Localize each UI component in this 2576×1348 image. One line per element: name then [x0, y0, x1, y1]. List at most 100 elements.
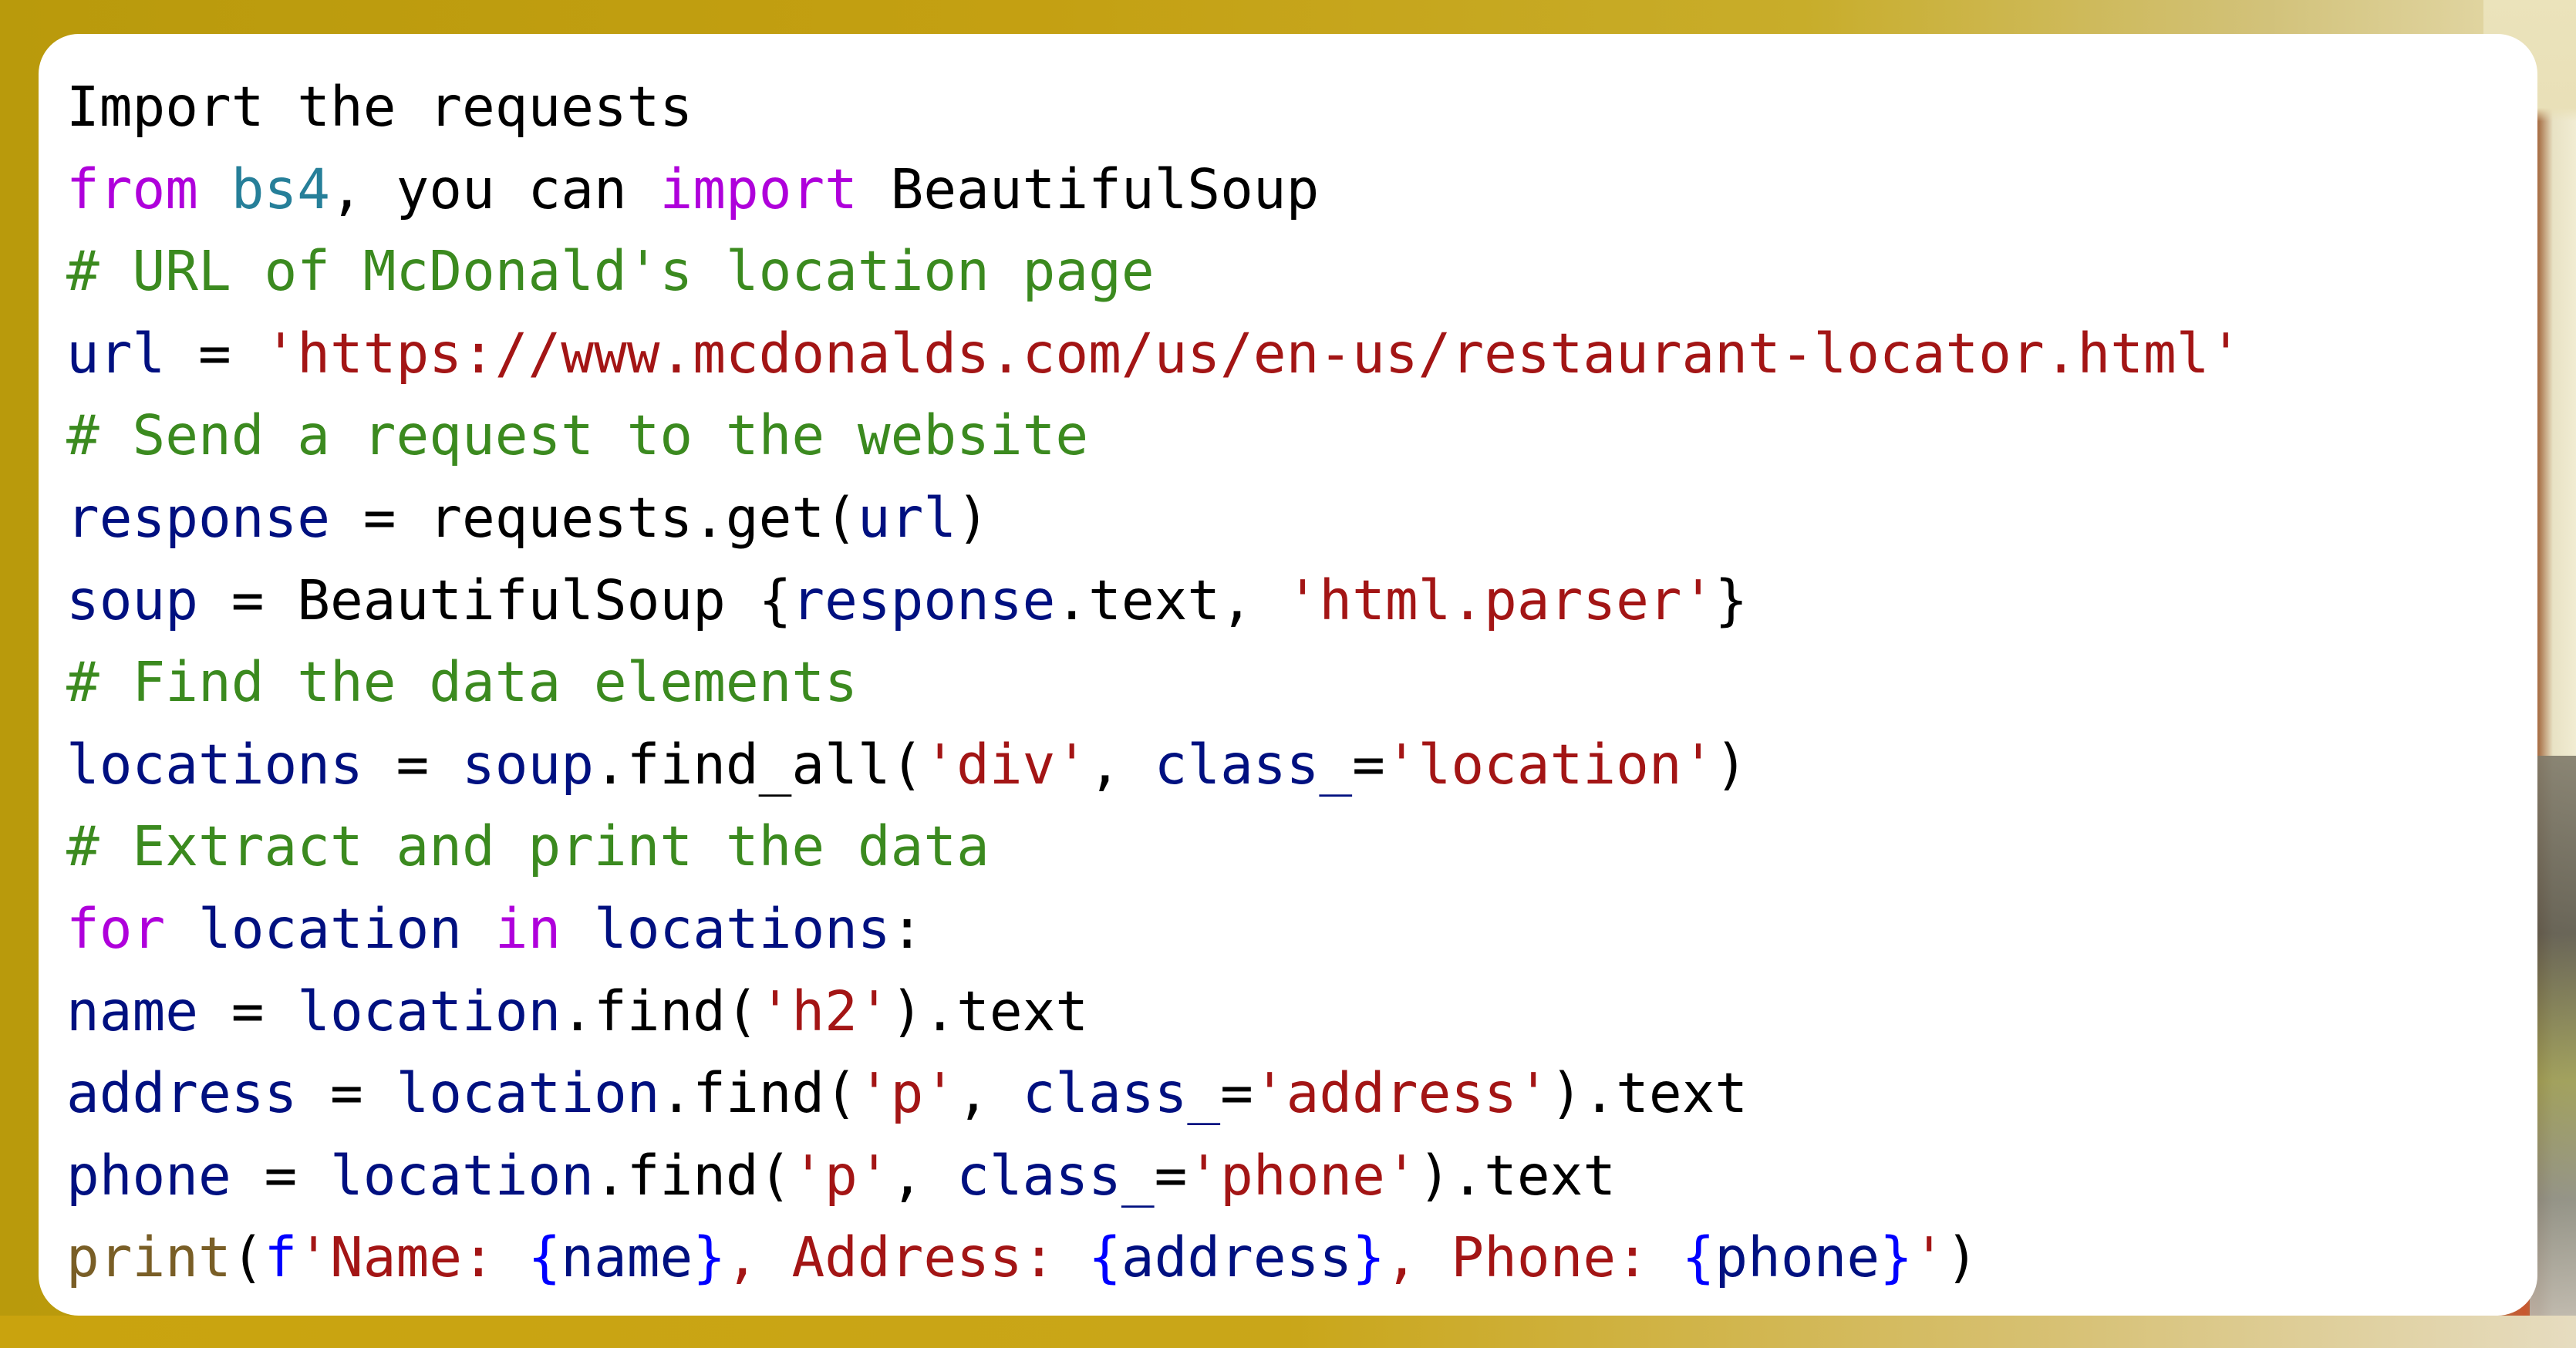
- code-token-plain: (: [231, 1225, 265, 1290]
- code-token-plain: =: [1220, 1061, 1253, 1126]
- code-token-plain: ,: [956, 1061, 1023, 1126]
- code-token-var: url: [857, 485, 957, 550]
- code-token-comment: # Extract and print the data: [66, 814, 990, 879]
- code-token-brace: {: [1088, 1225, 1121, 1290]
- code-block: Import the requests from bs4, you can imp…: [66, 66, 2537, 1299]
- code-token-plain: Import the requests: [66, 75, 693, 139]
- code-token-var: location: [297, 979, 561, 1043]
- code-token-string: 'div': [923, 732, 1089, 797]
- code-token-keyword: from: [66, 157, 198, 221]
- code-token-plain: ): [956, 485, 990, 550]
- code-line: print(f'Name: {name}, Address: {address}…: [66, 1217, 2537, 1299]
- code-token-brace: }: [1880, 1225, 1913, 1290]
- code-token-plain: , you can: [329, 157, 660, 221]
- code-line: # URL of McDonald's location page: [66, 231, 2537, 313]
- code-token-plain: ).text: [890, 979, 1089, 1043]
- code-token-brace: {: [528, 1225, 561, 1290]
- code-token-var: response: [791, 568, 1056, 632]
- code-token-plain: ,: [890, 1143, 957, 1208]
- code-token-plain: =: [1154, 1143, 1188, 1208]
- code-token-var: location: [198, 896, 462, 961]
- code-token-string: , Address:: [725, 1225, 1089, 1290]
- code-token-plain: ,: [1088, 732, 1155, 797]
- code-line: soup = BeautifulSoup {response.text, 'ht…: [66, 560, 2537, 642]
- code-line: from bs4, you can import BeautifulSoup: [66, 149, 2537, 231]
- code-token-var: url: [66, 321, 166, 386]
- code-token-plain: .text,: [1055, 568, 1286, 632]
- code-token-var: phone: [66, 1143, 231, 1208]
- code-token-plain: :: [890, 896, 924, 961]
- code-token-plain: .find_all(: [593, 732, 924, 797]
- code-token-string: 'https://www.mcdonalds.com/us/en-us/rest…: [264, 321, 2243, 386]
- code-token-plain: =: [1352, 732, 1385, 797]
- code-token-var: name: [66, 979, 198, 1043]
- code-line: response = requests.get(url): [66, 477, 2537, 560]
- code-token-var: class_: [1154, 732, 1353, 797]
- code-token-plain: ).text: [1418, 1143, 1617, 1208]
- code-line: url = 'https://www.mcdonalds.com/us/en-u…: [66, 313, 2537, 396]
- code-token-comment: # Send a request to the website: [66, 403, 1089, 468]
- background-bottom-strip: [0, 1316, 2576, 1348]
- code-token-var: location: [329, 1143, 594, 1208]
- code-token-string: 'p': [857, 1061, 957, 1126]
- code-token-plain: = BeautifulSoup {: [197, 568, 792, 632]
- code-token-plain: =: [362, 732, 462, 797]
- code-token-string: 'Name:: [297, 1225, 528, 1290]
- code-token-plain: .find(: [659, 1061, 858, 1126]
- code-line: for location in locations:: [66, 888, 2537, 971]
- code-token-string: , Phone:: [1384, 1225, 1682, 1290]
- code-token-string: ': [1912, 1225, 1946, 1290]
- code-token-plain: =: [165, 321, 265, 386]
- code-line: # Send a request to the website: [66, 395, 2537, 477]
- code-line: locations = soup.find_all('div', class_=…: [66, 724, 2537, 807]
- code-token-module: bs4: [231, 157, 330, 221]
- code-token-fprefix: f: [264, 1225, 298, 1290]
- code-token-keyword: import: [659, 157, 858, 221]
- code-token-var: locations: [593, 896, 891, 961]
- code-token-plain: .find(: [561, 979, 759, 1043]
- code-token-var: address: [66, 1061, 298, 1126]
- code-token-string: 'p': [791, 1143, 891, 1208]
- code-line: Import the requests: [66, 66, 2537, 149]
- code-token-string: 'phone': [1187, 1143, 1418, 1208]
- code-token-string: 'address': [1253, 1061, 1550, 1126]
- code-token-plain: =: [297, 1061, 396, 1126]
- code-line: address = location.find('p', class_='add…: [66, 1053, 2537, 1135]
- code-token-var: name: [561, 1225, 693, 1290]
- code-token-keyword: in: [494, 896, 561, 961]
- code-token-func: print: [66, 1225, 231, 1290]
- code-token-plain: =: [231, 1143, 330, 1208]
- code-token-comment: # URL of McDonald's location page: [66, 239, 1155, 304]
- code-token-var: response: [66, 485, 330, 550]
- code-line: name = location.find('h2').text: [66, 971, 2537, 1053]
- code-token-var: address: [1121, 1225, 1353, 1290]
- code-token-plain: .find(: [593, 1143, 792, 1208]
- code-line: # Extract and print the data: [66, 806, 2537, 888]
- code-line: phone = location.find('p', class_='phone…: [66, 1135, 2537, 1218]
- code-token-plain: ): [1945, 1225, 1979, 1290]
- code-token-string: 'h2': [758, 979, 891, 1043]
- code-token-string: 'html.parser': [1286, 568, 1715, 632]
- code-token-string: 'location': [1384, 732, 1715, 797]
- code-token-plain: =: [197, 979, 298, 1043]
- code-token-brace: }: [693, 1225, 726, 1290]
- code-token-brace: {: [1681, 1225, 1715, 1290]
- code-token-var: locations: [66, 732, 363, 797]
- code-token-var: soup: [461, 732, 594, 797]
- code-line: # Find the data elements: [66, 642, 2537, 724]
- code-token-var: location: [396, 1061, 660, 1126]
- code-token-plain: }: [1715, 568, 1748, 632]
- code-token-var: class_: [956, 1143, 1155, 1208]
- code-token-plain: = requests.get(: [329, 485, 858, 550]
- code-token-comment: # Find the data elements: [66, 650, 858, 715]
- code-token-var: class_: [1022, 1061, 1221, 1126]
- code-token-plain: BeautifulSoup: [857, 157, 1320, 221]
- code-snippet-card: Import the requests from bs4, you can imp…: [39, 34, 2537, 1316]
- code-token-brace: }: [1352, 1225, 1385, 1290]
- code-token-keyword: for: [66, 896, 166, 961]
- code-token-plain: ).text: [1549, 1061, 1748, 1126]
